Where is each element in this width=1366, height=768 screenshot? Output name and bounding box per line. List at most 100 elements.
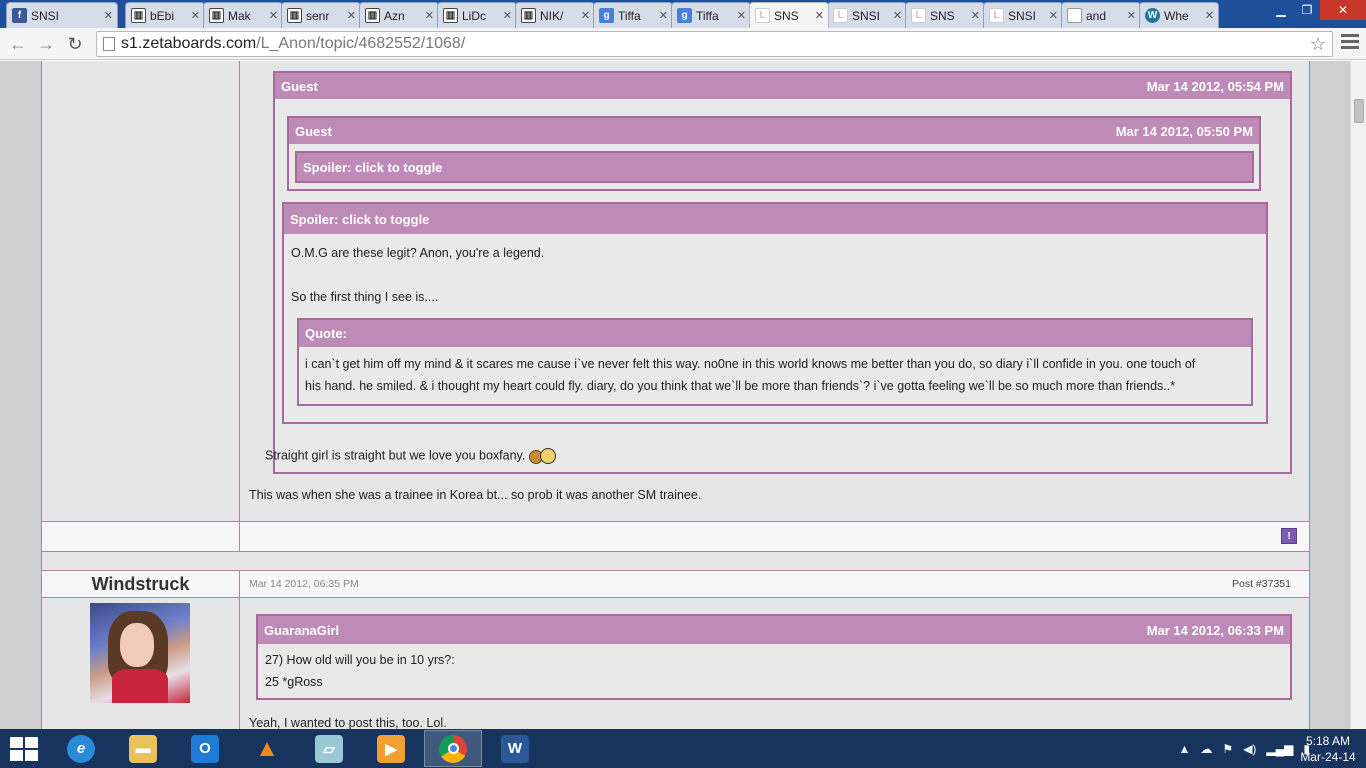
folder-icon: ▬ (129, 734, 157, 763)
column-divider (239, 61, 240, 551)
quote-author[interactable]: Guest (281, 79, 318, 94)
page-icon (103, 37, 115, 51)
word-icon: W (501, 734, 529, 763)
quote-date: Mar 14 2012, 06:33 PM (1146, 622, 1284, 638)
close-tab-icon[interactable]: ✕ (737, 9, 746, 22)
menu-icon[interactable] (1341, 34, 1359, 52)
close-tab-icon[interactable]: ✕ (893, 9, 902, 22)
quote-header: GuaranaGirl Mar 14 2012, 06:33 PM (258, 616, 1290, 644)
scrollbar-thumb[interactable] (1354, 99, 1364, 123)
report-icon[interactable]: ! (1281, 528, 1297, 544)
vlc-icon: ▲ (255, 734, 279, 762)
taskbar-app-chrome[interactable] (424, 730, 482, 767)
minimize-icon[interactable]: ▁ (1268, 0, 1294, 20)
close-tab-icon[interactable]: ✕ (1205, 9, 1214, 22)
clock-time: 5:18 AM (1305, 734, 1351, 748)
browser-tab[interactable]: g Tiffa ✕ (593, 2, 673, 28)
show-hidden-icons-icon[interactable]: ▲ (1179, 742, 1191, 756)
zetaboards-icon: L (755, 8, 770, 23)
spoiler-toggle[interactable]: Spoiler: click to toggle (284, 204, 1266, 234)
reload-icon[interactable]: ↻ (63, 32, 87, 56)
window-controls: ▁ ❐ ✕ (1268, 0, 1366, 20)
close-window-icon[interactable]: ✕ (1320, 0, 1366, 20)
facebook-icon: f (12, 8, 27, 23)
windows-start-icon[interactable] (10, 737, 38, 761)
zetaboards-icon: L (911, 8, 926, 23)
quote-author[interactable]: Guest (295, 124, 332, 139)
quote-header: Quote: (299, 320, 1251, 347)
volume-icon[interactable]: ◀) (1243, 742, 1256, 756)
page-viewport: Guest Mar 14 2012, 05:54 PM Guest Mar 14… (0, 61, 1350, 729)
clock-date: Mar-24-14 (1300, 750, 1356, 764)
quote-author[interactable]: GuaranaGirl (264, 623, 339, 638)
browser-tab[interactable]: L SNSI ✕ (827, 2, 907, 28)
network-icon[interactable]: ▂▄▆ (1266, 742, 1293, 756)
username[interactable]: Windstruck (42, 574, 239, 595)
google-icon: g (599, 8, 614, 23)
browser-tab[interactable]: and ✕ (1061, 2, 1141, 28)
browser-tab[interactable]: g Tiffa ✕ (671, 2, 751, 28)
browser-tab[interactable]: ▥ senr ✕ (281, 2, 361, 28)
forum-table: Guest Mar 14 2012, 05:54 PM Guest Mar 14… (41, 61, 1310, 729)
taskbar-app-notes[interactable]: ▱ (300, 730, 358, 767)
close-tab-icon[interactable]: ✕ (425, 9, 434, 22)
close-tab-icon[interactable]: ✕ (347, 9, 356, 22)
chrome-icon (439, 734, 467, 763)
close-tab-icon[interactable]: ✕ (104, 9, 113, 22)
post-number[interactable]: Post #37351 (1232, 578, 1291, 590)
close-tab-icon[interactable]: ✕ (971, 9, 980, 22)
spoiler-text: So the first thing I see is.... (291, 290, 439, 304)
close-tab-icon[interactable]: ✕ (1127, 9, 1136, 22)
browser-tab[interactable]: L SNS ✕ (905, 2, 985, 28)
taskbar-app-media[interactable]: ▶ (362, 730, 420, 767)
quote-text: i can`t get him off my mind & it scares … (305, 357, 1196, 371)
browser-tab[interactable]: ▥ Azn ✕ (359, 2, 439, 28)
post-body-text: This was when she was a trainee in Korea… (249, 488, 702, 502)
back-icon[interactable]: ← (6, 32, 30, 56)
close-tab-icon[interactable]: ✕ (581, 9, 590, 22)
quote-text: Straight girl is straight but we love yo… (265, 447, 557, 465)
taskbar-app-ie[interactable]: e (52, 730, 110, 767)
wordpress-icon: W (1145, 8, 1160, 23)
close-tab-icon[interactable]: ✕ (503, 9, 512, 22)
taskbar: e ▬ O ▲ ▱ ▶ W ▲ ☁ ⚑ ◀) ▂▄▆ ▮ 5:18 AM Mar… (0, 729, 1366, 768)
browser-tab[interactable]: W Whe ✕ (1139, 2, 1219, 28)
spoiler-box[interactable]: Spoiler: click to toggle (295, 151, 1254, 183)
tumblr-icon: ▥ (287, 8, 302, 23)
emoticon-icon (528, 447, 557, 465)
bookmark-star-icon[interactable]: ☆ (1310, 34, 1326, 55)
maximize-icon[interactable]: ❐ (1294, 0, 1320, 20)
browser-tab[interactable]: ▥ Mak ✕ (203, 2, 283, 28)
flag-icon[interactable]: ⚑ (1222, 742, 1233, 756)
media-icon: ▶ (377, 734, 405, 763)
tumblr-icon: ▥ (443, 8, 458, 23)
ie-icon: e (67, 734, 95, 763)
taskbar-app-vlc[interactable]: ▲ (238, 730, 296, 767)
close-tab-icon[interactable]: ✕ (815, 9, 824, 22)
browser-tab-active[interactable]: L SNS ✕ (749, 2, 829, 28)
browser-tab[interactable]: ▥ LiDc ✕ (437, 2, 517, 28)
taskbar-app-outlook[interactable]: O (176, 730, 234, 767)
clock[interactable]: 5:18 AM Mar-24-14 (1300, 733, 1356, 765)
browser-tab[interactable]: L SNSI ✕ (983, 2, 1063, 28)
scrollbar[interactable] (1350, 61, 1366, 729)
browser-tab[interactable]: f SNSI ✕ (6, 2, 118, 28)
quote-text: his hand. he smiled. & i thought my hear… (305, 379, 1176, 393)
cloud-icon[interactable]: ☁ (1200, 742, 1212, 756)
avatar[interactable] (90, 603, 190, 703)
quote-date: Mar 14 2012, 05:54 PM (1146, 78, 1284, 94)
browser-tab[interactable]: ▥ bEbi ✕ (125, 2, 205, 28)
close-tab-icon[interactable]: ✕ (659, 9, 668, 22)
address-bar[interactable]: s1.zetaboards.com/L_Anon/topic/4682552/1… (96, 31, 1333, 57)
browser-toolbar: ← → ↻ s1.zetaboards.com/L_Anon/topic/468… (0, 28, 1366, 60)
browser-tab[interactable]: ▥ NIK/ ✕ (515, 2, 595, 28)
close-tab-icon[interactable]: ✕ (191, 9, 200, 22)
spoiler-toggle[interactable]: Spoiler: click to toggle (297, 153, 1252, 181)
taskbar-app-explorer[interactable]: ▬ (114, 730, 172, 767)
tumblr-icon: ▥ (209, 8, 224, 23)
taskbar-app-word[interactable]: W (486, 730, 544, 767)
close-tab-icon[interactable]: ✕ (1049, 9, 1058, 22)
close-tab-icon[interactable]: ✕ (269, 9, 278, 22)
forward-icon[interactable]: → (34, 32, 58, 56)
post-footer (42, 522, 1309, 551)
